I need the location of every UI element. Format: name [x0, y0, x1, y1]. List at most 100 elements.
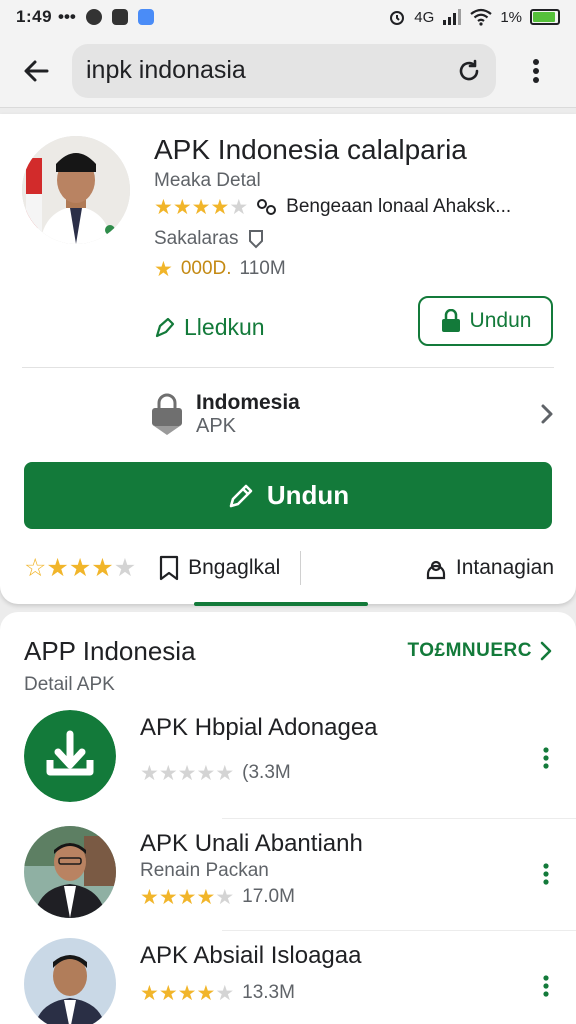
star-icon: ★: [210, 195, 230, 219]
list-item-stars: ★ ★ ★ ★ ★: [140, 887, 234, 908]
star-icon[interactable]: ★: [69, 555, 91, 581]
item-menu-button[interactable]: [530, 966, 562, 1006]
bookmark-button[interactable]: Bngaglkal: [158, 555, 280, 581]
list-item-meta: ★ ★ ★ ★ ★ (3.3M: [140, 762, 291, 784]
list-item-subtitle: Renain Packan: [140, 860, 269, 881]
more-vert-icon: [533, 58, 539, 83]
list-item-size: (3.3M: [242, 762, 291, 783]
download-app-icon: [24, 710, 116, 802]
star-icon: ★: [154, 195, 173, 219]
app-avatar: [22, 136, 130, 244]
developer-row: Sakalaras: [154, 228, 265, 250]
star-icon: ★: [196, 885, 216, 909]
battery-fill: [533, 12, 555, 22]
section-title: APP Indonesia: [24, 636, 196, 666]
tab-indicator: [194, 602, 368, 606]
star-icon: ★: [196, 981, 216, 1005]
downloads-code: 000D.: [180, 258, 232, 279]
list-item-stars: ★ ★ ★ ★ ★: [140, 983, 234, 1004]
see-more-link[interactable]: TO£MNUERC: [408, 640, 553, 662]
star-icon: ★: [215, 761, 235, 785]
star-icon: ★: [172, 195, 192, 219]
app-info-row[interactable]: Indomesia APK: [150, 384, 554, 444]
refresh-icon[interactable]: [456, 58, 482, 84]
item-menu-button[interactable]: [530, 738, 562, 778]
see-more-label: TO£MNUERC: [407, 640, 532, 661]
notification-icon: [111, 9, 128, 25]
tag-icon: [155, 317, 175, 337]
list-item[interactable]: APK Unali Abantianh Renain Packan ★ ★ ★ ★ ★ …: [0, 826, 576, 936]
alarm-icon: [390, 11, 405, 25]
app-subtitle: Meaka Detal: [154, 170, 261, 191]
more-vert-icon: [543, 747, 549, 769]
battery-percent: 1%: [500, 8, 522, 26]
section-subtitle: Detail APK: [24, 674, 115, 695]
star-icon: ★: [140, 885, 159, 909]
overflow-menu-button[interactable]: [496, 34, 576, 108]
list-item-title: APK Hbpial Adonagea: [140, 714, 378, 741]
download-icon: [24, 710, 116, 802]
chevron-right-icon: [540, 641, 552, 661]
downloads-row: ★ 000D. 110M: [154, 258, 286, 280]
notification-icon: [137, 9, 154, 25]
list-item-size: 17.0M: [242, 886, 295, 907]
separator: [300, 551, 302, 585]
bookmark-icon: [160, 555, 179, 581]
list-item-meta: ★ ★ ★ ★ ★ 17.0M: [140, 886, 295, 908]
lock-icon: [152, 393, 182, 435]
related-apps-section: APP Indonesia Detail APK TO£MNUERC APK H…: [0, 612, 576, 1024]
star-icon[interactable]: ★: [91, 555, 113, 581]
more-vert-icon: [543, 863, 549, 885]
star-icon: ★: [140, 981, 159, 1005]
star-icon: ★: [177, 981, 197, 1005]
search-field[interactable]: inpk indonasia: [72, 43, 496, 98]
star-icon: ★: [229, 195, 249, 219]
share-label: Intanagian: [455, 556, 554, 579]
list-item[interactable]: APK Hbpial Adonagea ★ ★ ★ ★ ★ (3.3M: [0, 710, 576, 820]
back-button[interactable]: [0, 34, 72, 108]
star-icon[interactable]: ☆: [24, 555, 46, 581]
star-icon: ★: [196, 761, 216, 785]
chevron-right-icon: [541, 404, 553, 424]
star-icon: ★: [158, 761, 178, 785]
app-info-sub: APK: [196, 414, 237, 437]
rating-row: ★ ★ ★ ★ ★ Bengeaan lonaal Ahaksk...: [154, 196, 511, 218]
bookmark-label: Bngaglkal: [188, 556, 281, 579]
status-dots: •••: [58, 7, 76, 26]
wifi-icon: [470, 8, 492, 26]
item-menu-button[interactable]: [530, 854, 562, 894]
app-detail-card: APK Indonesia calalparia Meaka Detal ★ ★ ★…: [0, 114, 576, 606]
network-type: 4G: [414, 8, 435, 26]
status-bar: 1:49 ••• 4G 1%: [0, 0, 576, 34]
star-icon[interactable]: ★: [114, 555, 136, 581]
status-time: 1:49: [16, 7, 53, 26]
app-avatar: [24, 938, 116, 1024]
install-small-button[interactable]: Undun: [418, 296, 553, 346]
divider: [222, 930, 576, 931]
star-icon: ★: [158, 885, 178, 909]
list-item[interactable]: APK Absiail Isloagaa ★ ★ ★ ★ ★ 13.3M: [0, 938, 576, 1024]
star-icon: ★: [177, 885, 197, 909]
list-item-title: APK Absiail Isloagaa: [140, 942, 362, 969]
developer-name: Sakalaras: [154, 228, 239, 249]
list-item-size: 13.3M: [242, 982, 295, 1003]
downloads-size: 110M: [239, 258, 286, 279]
install-button[interactable]: Undun: [24, 462, 552, 529]
notification-icon: [85, 9, 102, 25]
star-icon: ★: [191, 195, 211, 219]
install-button-label: Undun: [266, 480, 350, 510]
divider: [22, 367, 554, 368]
signal-icon: [443, 9, 462, 25]
star-icon: ★: [177, 761, 197, 785]
user-rating-stars[interactable]: ☆ ★ ★ ★ ★: [24, 555, 136, 581]
share-button[interactable]: Intanagian: [424, 556, 554, 580]
share-icon: [426, 560, 446, 580]
wishlist-link[interactable]: Lledkun: [154, 314, 265, 341]
star-icon: ★: [215, 981, 235, 1005]
app-tagline: Bengeaan lonaal Ahaksk...: [286, 196, 512, 217]
link-icon: [257, 199, 277, 215]
pencil-icon: [229, 484, 253, 507]
more-vert-icon: [543, 975, 549, 997]
star-icon[interactable]: ★: [46, 555, 68, 581]
search-input[interactable]: inpk indonasia: [86, 56, 456, 85]
